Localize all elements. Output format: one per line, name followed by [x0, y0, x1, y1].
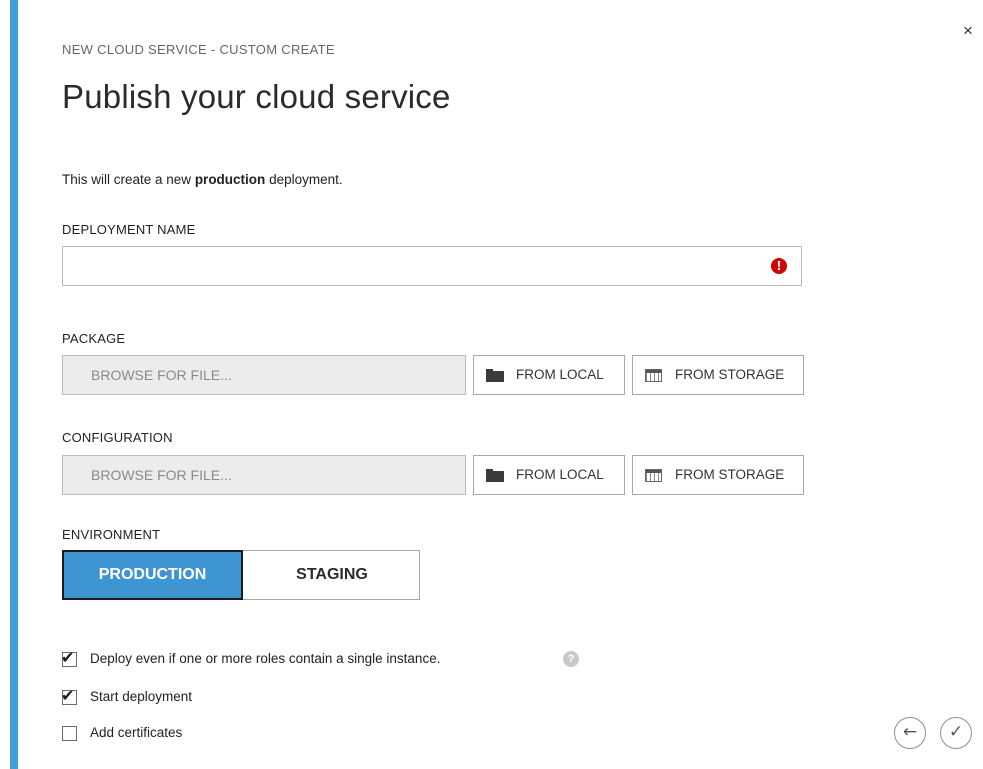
configuration-from-storage-button[interactable]: FROM STORAGE	[632, 455, 804, 495]
confirm-button[interactable]: ✓	[940, 717, 972, 749]
configuration-label: CONFIGURATION	[62, 430, 173, 445]
folder-icon	[486, 369, 504, 382]
environment-staging-option[interactable]: STAGING	[243, 550, 421, 600]
back-arrow-icon: ←	[902, 722, 918, 742]
configuration-from-local-button[interactable]: FROM LOCAL	[473, 455, 625, 495]
package-file-input[interactable]: BROWSE FOR FILE...	[62, 355, 466, 395]
package-from-local-label: FROM LOCAL	[516, 367, 604, 382]
start-deployment-checkbox[interactable]: ✔	[61, 686, 77, 705]
checkmark-icon: ✓	[948, 722, 964, 742]
environment-production-option[interactable]: PRODUCTION	[62, 550, 243, 600]
error-icon: !	[771, 258, 787, 274]
storage-icon	[645, 469, 662, 482]
start-deployment-label: Start deployment	[90, 689, 193, 704]
package-label: PACKAGE	[62, 331, 126, 346]
environment-toggle: PRODUCTION STAGING	[62, 550, 420, 600]
checkmark-icon: ✔	[61, 648, 75, 667]
configuration-from-storage-label: FROM STORAGE	[675, 467, 785, 482]
dialog-subtitle: NEW CLOUD SERVICE - CUSTOM CREATE	[62, 42, 335, 57]
configuration-from-local-label: FROM LOCAL	[516, 467, 604, 482]
checkmark-icon: ✔	[61, 686, 75, 705]
intro-bold: production	[194, 172, 266, 187]
close-icon[interactable]: ×	[963, 22, 979, 40]
package-from-storage-label: FROM STORAGE	[675, 367, 785, 382]
configuration-file-input[interactable]: BROWSE FOR FILE...	[62, 455, 466, 495]
package-from-local-button[interactable]: FROM LOCAL	[473, 355, 625, 395]
package-from-storage-button[interactable]: FROM STORAGE	[632, 355, 804, 395]
single-instance-label: Deploy even if one or more roles contain…	[90, 651, 441, 666]
environment-label: ENVIRONMENT	[62, 527, 161, 542]
back-button[interactable]: ←	[894, 717, 926, 749]
storage-icon	[645, 369, 662, 382]
help-icon[interactable]: ?	[563, 651, 579, 667]
intro-text: This will create a new production deploy…	[62, 172, 343, 187]
intro-prefix: This will create a new	[62, 172, 195, 187]
page-title: Publish your cloud service	[62, 78, 451, 115]
deployment-name-input[interactable]	[63, 247, 801, 285]
dialog-accent-bar	[10, 0, 18, 769]
deployment-name-label: DEPLOYMENT NAME	[62, 222, 196, 237]
add-certificates-label: Add certificates	[90, 725, 183, 740]
folder-icon	[486, 469, 504, 482]
add-certificates-checkbox[interactable]	[62, 726, 77, 741]
deployment-name-field[interactable]: !	[62, 246, 802, 286]
intro-suffix: deployment.	[265, 172, 343, 187]
single-instance-checkbox[interactable]: ✔	[61, 648, 77, 667]
